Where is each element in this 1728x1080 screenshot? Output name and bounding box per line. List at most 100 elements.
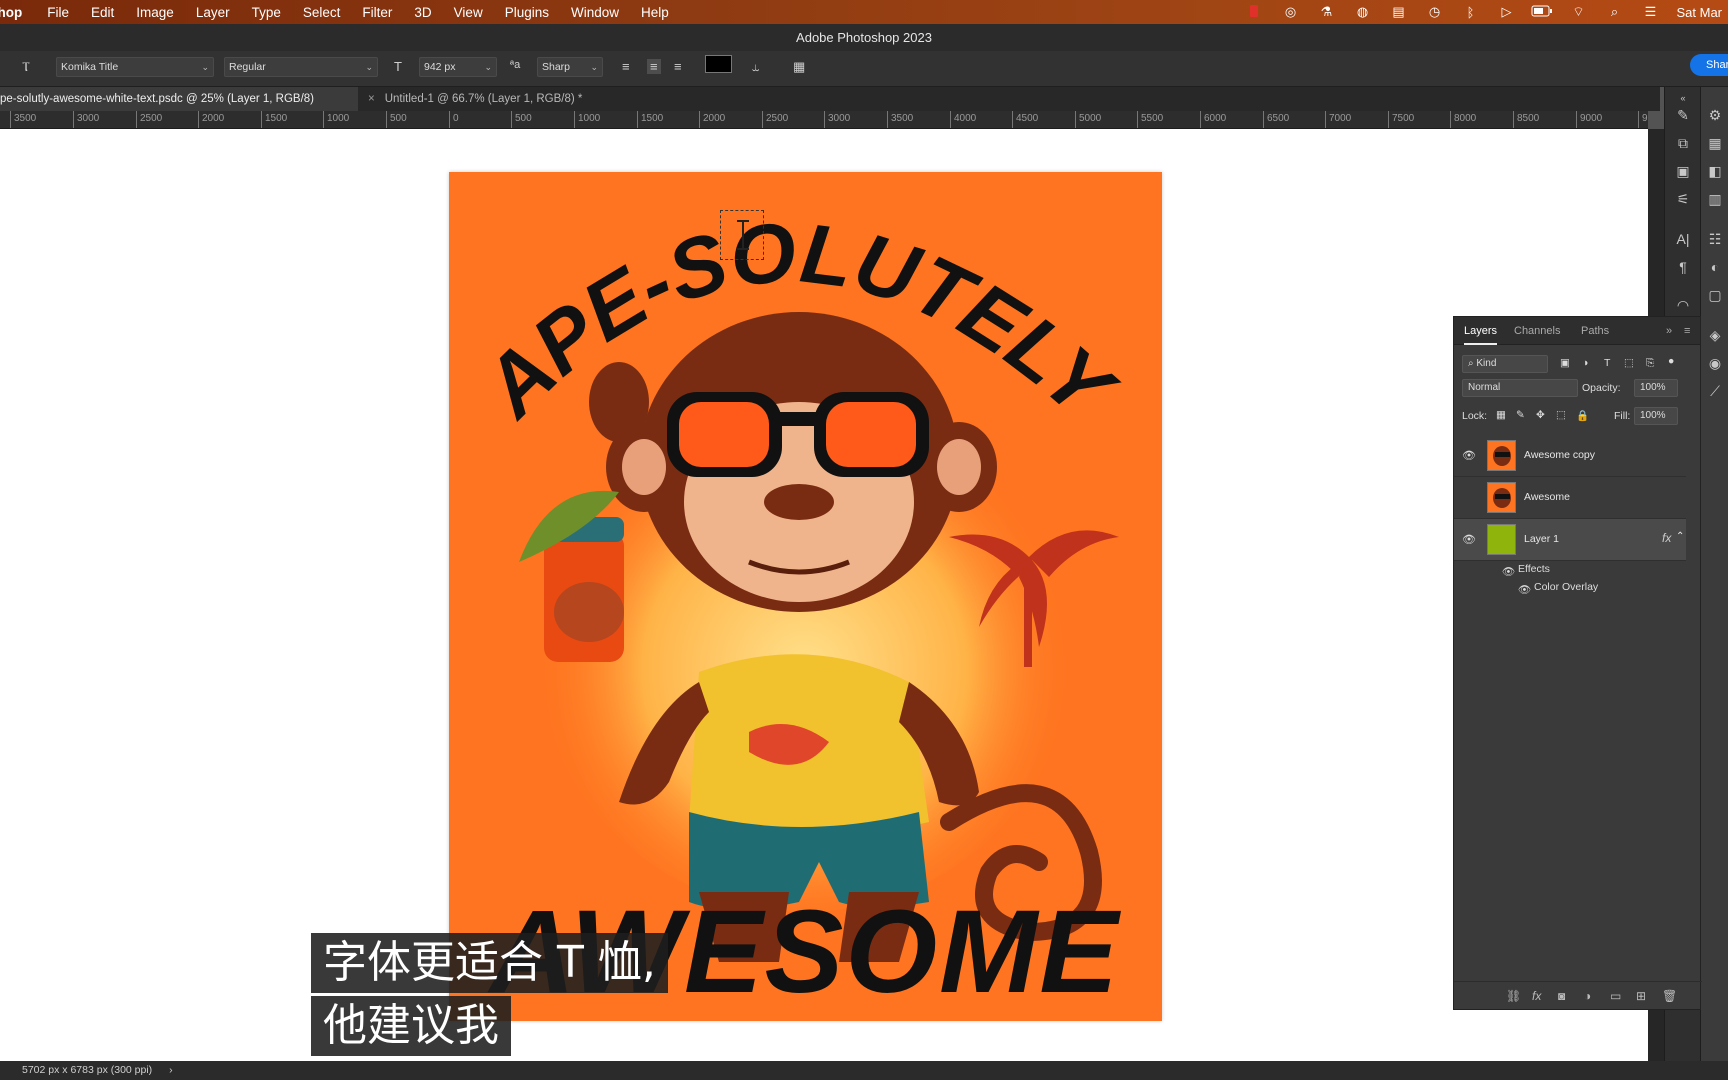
tab-layers[interactable]: Layers	[1464, 317, 1498, 345]
menu-image[interactable]: Image	[125, 5, 185, 20]
tab-channels[interactable]: Channels	[1514, 317, 1560, 345]
lock-all-icon[interactable]: 🔒	[1576, 409, 1589, 422]
keyboard-icon[interactable]: ▤	[1380, 4, 1416, 20]
link-layers-icon[interactable]: ⛓	[1506, 989, 1521, 1003]
layers-panel-icon[interactable]: ◈	[1697, 327, 1728, 344]
document-artboard[interactable]: APE-SOLUTELY AWESOME	[449, 172, 1162, 1021]
app-menu[interactable]: shop	[0, 5, 36, 20]
eye-icon[interactable]: 👁	[1462, 449, 1476, 462]
align-right-icon[interactable]: ≡	[674, 59, 682, 74]
properties-icon[interactable]: ⚙	[1697, 107, 1728, 124]
libraries-icon[interactable]: ▢	[1697, 287, 1728, 304]
layer-row[interactable]: · Awesome	[1454, 477, 1686, 519]
menu-edit[interactable]: Edit	[80, 5, 125, 20]
menu-view[interactable]: View	[443, 5, 494, 20]
close-icon[interactable]: ×	[368, 93, 375, 105]
delete-layer-icon[interactable]: 🗑	[1662, 989, 1677, 1003]
search-icon[interactable]: ⌕	[1596, 4, 1632, 20]
lock-transparent-icon[interactable]: ▦	[1496, 409, 1506, 421]
brush-settings-icon[interactable]: ✎	[1665, 107, 1701, 124]
menu-type[interactable]: Type	[241, 5, 292, 20]
add-style-icon[interactable]: fx	[1532, 989, 1541, 1003]
text-color-swatch[interactable]	[705, 55, 732, 73]
glyphs-icon[interactable]: ◠	[1665, 297, 1701, 314]
layer-name[interactable]: Awesome copy	[1524, 449, 1595, 461]
fill-input[interactable]: 100%	[1634, 407, 1678, 425]
menu-file[interactable]: File	[36, 5, 80, 20]
effects-eye-icon[interactable]: 👁	[1502, 565, 1515, 578]
time-machine-icon[interactable]: ◷	[1416, 4, 1452, 20]
font-size-select[interactable]: 942 px ⌄	[419, 57, 497, 77]
new-adjustment-icon[interactable]: ◑	[1584, 989, 1591, 1003]
adjustments-icon[interactable]: ⚟	[1665, 191, 1701, 208]
eye-icon[interactable]: 👁	[1462, 533, 1476, 546]
layer-name[interactable]: Awesome	[1524, 491, 1570, 503]
filter-type-icon[interactable]: T	[1604, 357, 1610, 369]
align-center-icon[interactable]: ≡	[647, 59, 661, 74]
lock-pixels-icon[interactable]: ✎	[1516, 409, 1525, 421]
filter-pixel-icon[interactable]: ▣	[1560, 357, 1570, 369]
filter-shape-icon[interactable]: ⬚	[1624, 357, 1634, 369]
patterns-icon[interactable]: ☷	[1697, 231, 1728, 248]
lock-artboard-icon[interactable]: ⬚	[1556, 409, 1566, 421]
panel-menu-icon[interactable]: ≡	[1684, 317, 1690, 345]
filter-kind-select[interactable]: ⌕ Kind	[1462, 355, 1548, 373]
menu-filter[interactable]: Filter	[351, 5, 403, 20]
panel-expand-icon[interactable]: »	[1666, 317, 1672, 345]
align-left-icon[interactable]: ≡	[622, 59, 630, 74]
play-icon[interactable]: ▷	[1488, 4, 1524, 20]
filter-toggle-icon[interactable]: ●	[1668, 355, 1674, 367]
opacity-input[interactable]: 100%	[1634, 379, 1678, 397]
tool-presets-icon[interactable]: ▣	[1665, 163, 1701, 180]
color-overlay-eye-icon[interactable]: 👁	[1518, 583, 1531, 596]
character-panel-icon[interactable]: ▦	[793, 59, 805, 75]
eye-hidden-icon[interactable]: ·	[1462, 491, 1466, 503]
menu-select[interactable]: Select	[292, 5, 352, 20]
menubar-clock[interactable]: Sat Mar	[1668, 5, 1728, 20]
tab-paths[interactable]: Paths	[1581, 317, 1609, 345]
menu-3d[interactable]: 3D	[403, 5, 442, 20]
share-button[interactable]: Share	[1690, 54, 1728, 76]
status-menu-arrow[interactable]: ›	[169, 1064, 173, 1076]
layer-row-selected[interactable]: 👁 Layer 1 fx ⌃	[1454, 519, 1686, 561]
chevron-up-icon[interactable]: ⌃	[1676, 531, 1684, 542]
warp-text-icon[interactable]: ⥿	[752, 59, 759, 75]
menu-layer[interactable]: Layer	[185, 5, 241, 20]
new-group-icon[interactable]: ▭	[1610, 989, 1621, 1003]
antialias-select[interactable]: Sharp ⌄	[537, 57, 603, 77]
clone-source-icon[interactable]: ⧉	[1665, 135, 1701, 152]
paragraph-icon[interactable]: ¶	[1665, 259, 1701, 275]
record-icon[interactable]	[1236, 4, 1272, 21]
creative-cloud-icon[interactable]: ◎	[1272, 4, 1308, 20]
lock-position-icon[interactable]: ✥	[1536, 409, 1545, 421]
swatches-icon[interactable]: ▦	[1697, 135, 1728, 152]
wifi-icon[interactable]: ⌔	[1560, 4, 1596, 20]
fx-icon[interactable]: fx	[1662, 531, 1671, 545]
add-mask-icon[interactable]: ◙	[1558, 989, 1565, 1003]
tab-active-document[interactable]: pe-solutly-awesome-white-text.psdc @ 25%…	[0, 87, 358, 111]
filter-smart-object-icon[interactable]: ⎘	[1646, 357, 1654, 370]
new-layer-icon[interactable]: ⊞	[1636, 989, 1646, 1003]
color-overlay-effect[interactable]: Color Overlay	[1534, 581, 1598, 593]
menu-plugins[interactable]: Plugins	[494, 5, 560, 20]
layer-row[interactable]: 👁 Awesome copy	[1454, 435, 1686, 477]
type-tool-preset-icon[interactable]: Ⲧ	[22, 59, 30, 75]
collapse-panels-icon[interactable]: «	[1665, 93, 1701, 103]
blend-mode-select[interactable]: Normal	[1462, 379, 1578, 397]
character-icon[interactable]: A|	[1665, 231, 1701, 247]
font-style-select[interactable]: Regular ⌄	[224, 57, 378, 77]
control-center-icon[interactable]: ☰	[1632, 4, 1668, 20]
lab-flask-icon[interactable]: ⚗	[1308, 4, 1344, 20]
styles-icon[interactable]: ◐	[1697, 259, 1728, 275]
battery-icon[interactable]	[1524, 5, 1560, 20]
gradients-icon[interactable]: ▥	[1697, 191, 1728, 208]
bluetooth-icon[interactable]: ᛒ	[1452, 5, 1488, 20]
color-icon[interactable]: ◧	[1697, 163, 1728, 180]
layer-name[interactable]: Layer 1	[1524, 533, 1559, 545]
channels-panel-icon[interactable]: ◉	[1697, 355, 1728, 372]
menu-help[interactable]: Help	[630, 5, 680, 20]
paths-panel-icon[interactable]: ⟋	[1697, 383, 1728, 400]
tab-untitled-1[interactable]: × Untitled-1 @ 66.7% (Layer 1, RGB/8) *	[358, 87, 592, 111]
filter-adjustment-icon[interactable]: ◑	[1582, 357, 1588, 369]
globe-icon[interactable]: ◍	[1344, 4, 1380, 20]
